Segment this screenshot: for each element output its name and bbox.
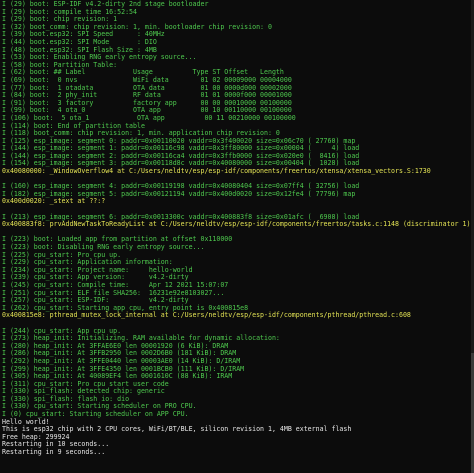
terminal-line: 0x400883f8: prvAddNewTaskToReadyList at … bbox=[2, 220, 471, 229]
terminal-line: This is esp32 chip with 2 CPU cores, WiF… bbox=[2, 425, 352, 434]
terminal-line: 0x400d0020: _stext at ??:? bbox=[2, 197, 106, 206]
terminal-output: I (29) boot: ESP-IDF v4.2-dirty 2nd stag… bbox=[0, 0, 474, 457]
terminal-line: 0x400815e8: pthread_mutex_lock_internal … bbox=[2, 311, 411, 320]
terminal-line: Restarting in 9 seconds... bbox=[2, 448, 106, 457]
terminal-line: 0x40080000: _WindowOverflow4 at C:/Users… bbox=[2, 167, 431, 176]
terminal-line: I (0) cpu_start: Starting scheduler on A… bbox=[2, 410, 189, 419]
terminal-window[interactable]: I (29) boot: ESP-IDF v4.2-dirty 2nd stag… bbox=[0, 0, 474, 473]
